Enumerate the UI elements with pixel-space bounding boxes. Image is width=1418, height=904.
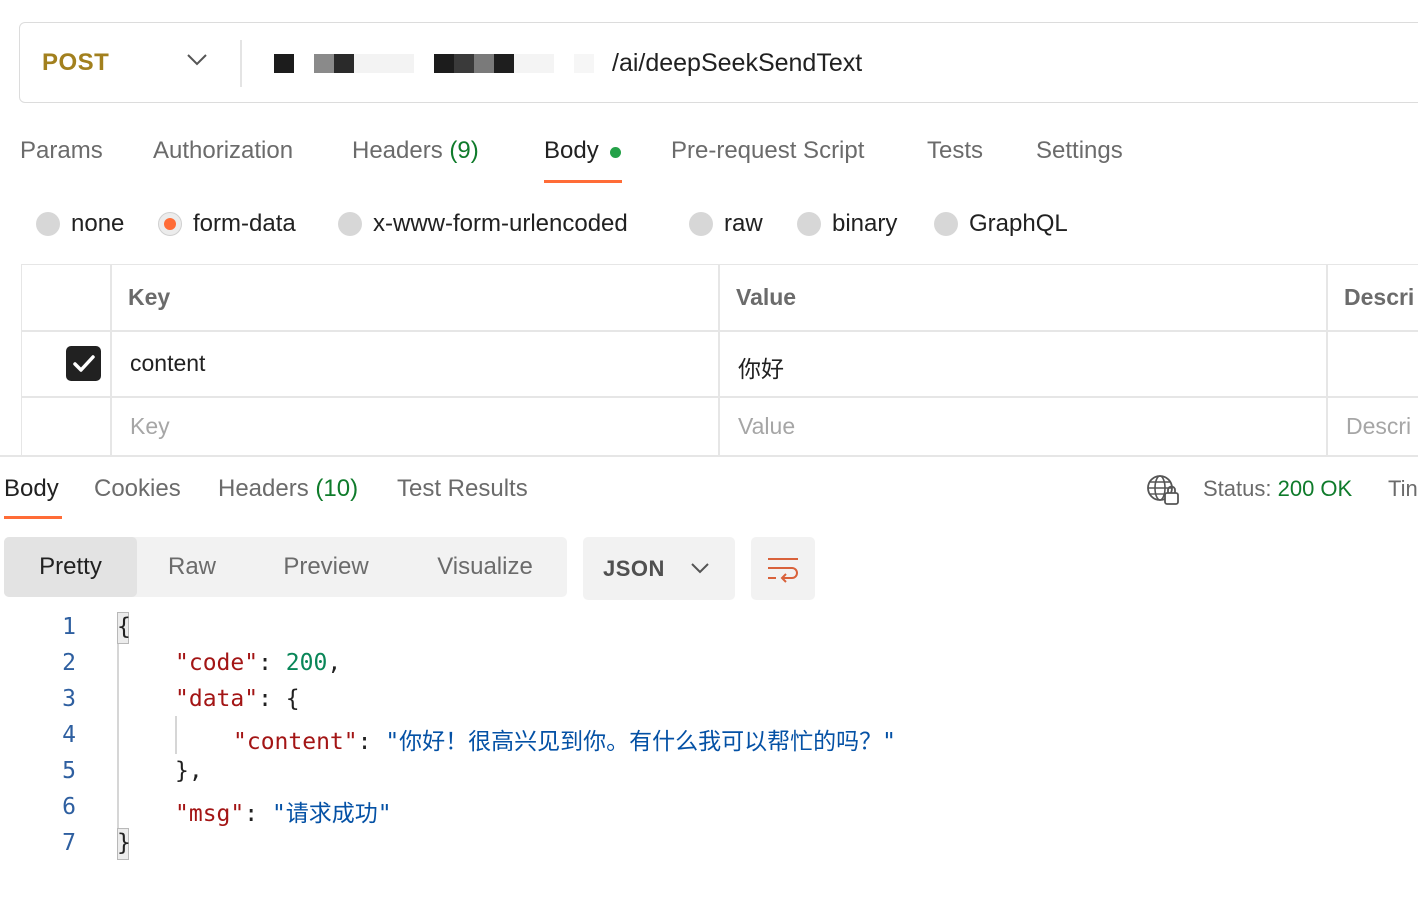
view-pretty[interactable]: Pretty bbox=[4, 537, 137, 597]
row-value-cell[interactable]: 你好 bbox=[738, 350, 784, 384]
table-divider bbox=[718, 264, 720, 456]
radio-label: none bbox=[71, 210, 125, 237]
indent-guide bbox=[117, 644, 119, 830]
tab-settings[interactable]: Settings bbox=[1036, 137, 1123, 165]
active-tab-indicator bbox=[544, 180, 622, 183]
json-open-brace: { bbox=[117, 614, 131, 640]
table-divider bbox=[110, 264, 112, 456]
response-tab-headers-count: (10) bbox=[315, 475, 359, 502]
column-header-value: Value bbox=[736, 284, 797, 310]
view-raw[interactable]: Raw bbox=[137, 537, 247, 597]
radio-label: form-data bbox=[193, 210, 296, 237]
response-tab-headers-label: Headers bbox=[218, 475, 309, 502]
tab-headers-count: (9) bbox=[449, 137, 479, 164]
format-select-label: JSON bbox=[603, 556, 665, 581]
radio-x-www-form-urlencoded[interactable]: x-www-form-urlencoded bbox=[338, 209, 628, 239]
url-divider bbox=[240, 40, 242, 87]
body-modified-dot bbox=[610, 147, 621, 158]
row-enabled-checkbox[interactable] bbox=[66, 346, 101, 381]
response-status: Status: 200 OK bbox=[1203, 476, 1352, 502]
json-line-code: "code": 200, bbox=[175, 650, 342, 676]
line-number: 2 bbox=[62, 650, 76, 676]
url-bar: POST /ai/deepSeekSendText bbox=[19, 22, 1418, 103]
tab-headers-label: Headers bbox=[352, 137, 443, 164]
radio-label: GraphQL bbox=[969, 210, 1068, 237]
view-visualize[interactable]: Visualize bbox=[405, 537, 565, 597]
globe-lock-icon[interactable] bbox=[1146, 474, 1180, 506]
pane-divider[interactable] bbox=[0, 455, 1418, 457]
line-number: 4 bbox=[62, 722, 76, 748]
radio-selected-icon bbox=[158, 212, 182, 236]
radio-raw[interactable]: raw bbox=[689, 209, 763, 239]
json-key: "content" bbox=[233, 729, 358, 755]
json-string: "请求成功" bbox=[271, 801, 392, 827]
radio-label: x-www-form-urlencoded bbox=[373, 210, 628, 237]
json-line-msg: "msg": "请求成功" bbox=[175, 801, 392, 827]
response-tab-cookies[interactable]: Cookies bbox=[94, 475, 181, 503]
wrap-lines-button[interactable] bbox=[751, 537, 815, 600]
radio-form-data[interactable]: form-data bbox=[158, 209, 296, 239]
json-key: "code" bbox=[175, 650, 259, 676]
url-input[interactable]: /ai/deepSeekSendText bbox=[612, 49, 862, 78]
active-tab-indicator bbox=[4, 516, 62, 519]
radio-label: raw bbox=[724, 210, 763, 237]
response-tab-headers[interactable]: Headers (10) bbox=[218, 475, 358, 503]
response-tab-body[interactable]: Body bbox=[4, 475, 59, 503]
line-number: 7 bbox=[62, 830, 76, 856]
table-divider bbox=[21, 396, 1418, 398]
tab-params[interactable]: Params bbox=[20, 137, 103, 165]
radio-graphql[interactable]: GraphQL bbox=[934, 209, 1068, 239]
new-key-input[interactable]: Key bbox=[130, 413, 170, 440]
radio-binary[interactable]: binary bbox=[797, 209, 897, 239]
radio-none[interactable]: none bbox=[36, 209, 124, 239]
tab-tests[interactable]: Tests bbox=[927, 137, 983, 165]
method-select[interactable]: POST bbox=[42, 49, 109, 77]
tab-authorization[interactable]: Authorization bbox=[153, 137, 293, 165]
json-string: "你好！很高兴见到你。有什么我可以帮忙的吗？" bbox=[385, 729, 897, 755]
json-key: "data" bbox=[175, 686, 259, 712]
wrap-lines-icon bbox=[768, 557, 798, 583]
json-number: 200 bbox=[285, 650, 328, 676]
json-close-brace: } bbox=[117, 830, 131, 856]
indent-guide bbox=[175, 716, 177, 754]
status-value: 200 OK bbox=[1277, 476, 1353, 501]
table-divider bbox=[21, 330, 1418, 332]
tab-body[interactable]: Body bbox=[544, 137, 599, 165]
redacted-host bbox=[256, 54, 596, 78]
chevron-down-icon bbox=[691, 563, 709, 574]
new-description-input[interactable]: Descri bbox=[1346, 413, 1411, 440]
line-number: 3 bbox=[62, 686, 76, 712]
line-number: 6 bbox=[62, 794, 76, 820]
json-line-data-close: }, bbox=[175, 758, 203, 784]
radio-icon bbox=[797, 212, 821, 236]
form-data-table bbox=[21, 264, 1418, 456]
tab-headers[interactable]: Headers (9) bbox=[352, 137, 479, 165]
line-number: 5 bbox=[62, 758, 76, 784]
column-header-key: Key bbox=[128, 284, 171, 310]
table-divider bbox=[1326, 264, 1328, 456]
radio-label: binary bbox=[832, 210, 898, 237]
chevron-down-icon[interactable] bbox=[185, 53, 209, 67]
line-number: 1 bbox=[62, 614, 76, 640]
json-line-data: "data": { bbox=[175, 686, 300, 712]
checkmark-icon bbox=[72, 354, 95, 372]
row-key-cell[interactable]: content bbox=[130, 350, 205, 377]
view-preview[interactable]: Preview bbox=[257, 537, 395, 597]
radio-icon bbox=[36, 212, 60, 236]
response-time-label: Tin bbox=[1388, 476, 1418, 501]
radio-icon bbox=[934, 212, 958, 236]
tab-pre-request-script[interactable]: Pre-request Script bbox=[671, 137, 864, 165]
json-key: "msg" bbox=[175, 801, 245, 827]
json-line-content: "content": "你好！很高兴见到你。有什么我可以帮忙的吗？" bbox=[233, 729, 897, 755]
status-label: Status: bbox=[1203, 476, 1272, 501]
radio-icon bbox=[689, 212, 713, 236]
column-header-description: Descri bbox=[1344, 284, 1415, 310]
new-value-input[interactable]: Value bbox=[738, 413, 795, 440]
response-tab-test-results[interactable]: Test Results bbox=[397, 475, 528, 503]
radio-icon bbox=[338, 212, 362, 236]
